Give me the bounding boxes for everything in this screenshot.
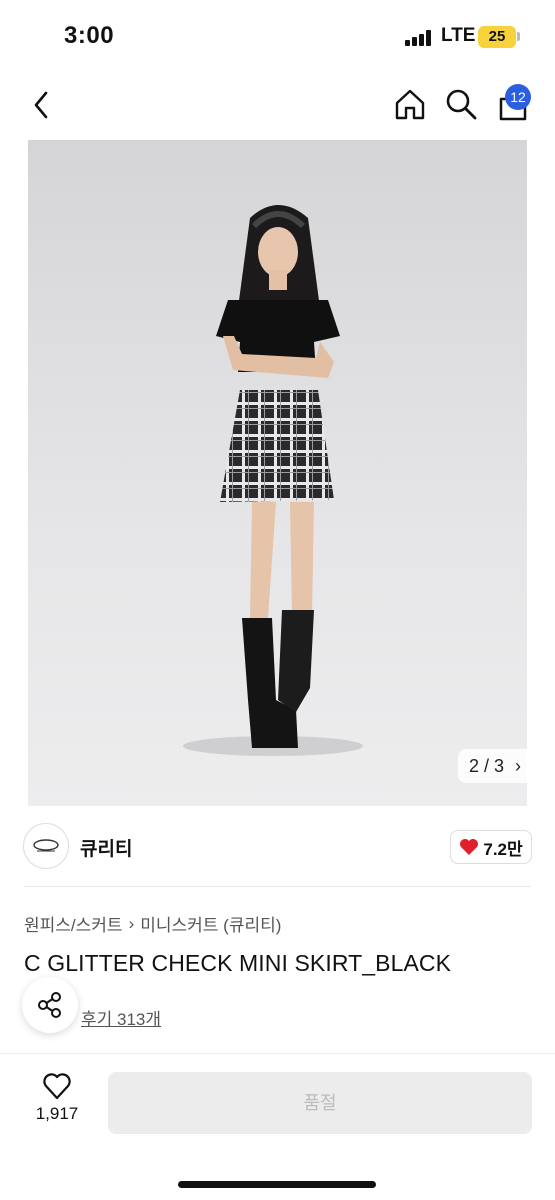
model-photo — [183, 205, 363, 756]
cart-count-badge: 12 — [505, 84, 531, 110]
chevron-right-icon: › — [515, 756, 522, 776]
back-icon — [34, 91, 48, 119]
product-image[interactable] — [28, 140, 527, 806]
home-indicator[interactable] — [178, 1181, 376, 1188]
seller-like-button[interactable]: 7.2만 — [450, 830, 532, 864]
wishlist-count: 1,917 — [35, 1104, 79, 1123]
seller-logo — [23, 823, 69, 869]
review-link[interactable]: 후기 313개 — [81, 1005, 161, 1030]
wishlist-button[interactable]: 1,917 — [30, 1072, 84, 1132]
battery-icon: 25 — [478, 26, 516, 48]
heart-filled-icon — [460, 839, 479, 855]
sold-out-button[interactable]: 품절 — [108, 1072, 532, 1134]
seller-name: 큐리티 — [80, 839, 133, 860]
home-button[interactable] — [392, 86, 428, 122]
seller-row[interactable]: 큐리티 7.2만 — [0, 812, 555, 884]
chevron-right-icon: › — [128, 913, 135, 933]
share-icon — [38, 992, 61, 1018]
back-button[interactable] — [26, 88, 56, 122]
image-counter-label: 2 / 3 — [468, 756, 504, 776]
signal-icon — [405, 30, 435, 46]
breadcrumb-subcategory[interactable]: 미니스커트 (큐리티) — [140, 911, 281, 936]
seller-like-count: 7.2만 — [483, 839, 523, 859]
search-button[interactable] — [443, 86, 479, 122]
brand-logo-icon — [33, 839, 59, 852]
breadcrumb: 원피스/스커트 › 미니스커트 (큐리티) — [24, 911, 281, 936]
breadcrumb-category[interactable]: 원피스/스커트 — [24, 911, 123, 936]
home-icon — [395, 89, 425, 120]
top-nav — [0, 72, 555, 138]
status-time: 3:00 — [64, 22, 115, 49]
product-title: C GLITTER CHECK MINI SKIRT_BLACK — [24, 950, 452, 976]
bottom-bar-divider — [0, 1053, 555, 1054]
network-label: LTE — [441, 25, 476, 46]
battery-nub — [517, 32, 520, 41]
status-bar: 3:00 LTE 25 — [0, 0, 555, 72]
divider — [24, 886, 531, 887]
heart-outline-icon — [43, 1073, 71, 1100]
search-icon — [446, 89, 477, 120]
share-button[interactable] — [22, 977, 78, 1033]
image-counter[interactable]: 2 / 3 › — [458, 749, 532, 783]
